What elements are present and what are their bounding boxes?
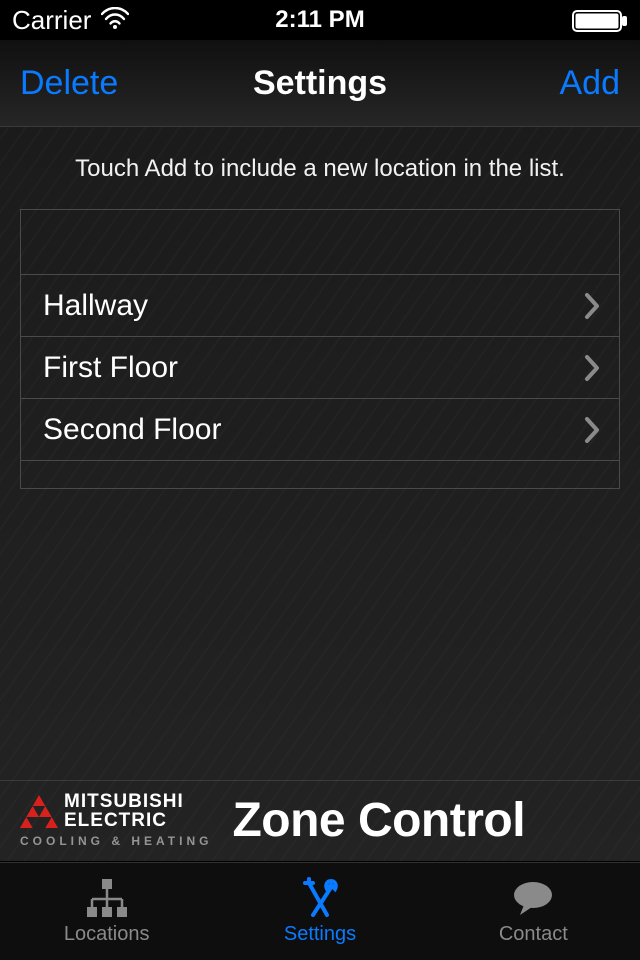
instruction-text: Touch Add to include a new location in t…	[0, 127, 640, 201]
carrier-label: Carrier	[12, 5, 91, 36]
delete-button[interactable]: Delete	[20, 64, 118, 103]
location-list: Hallway First Floor Second Floor	[20, 209, 620, 489]
list-row[interactable]: First Floor	[21, 336, 619, 398]
tab-settings[interactable]: Settings	[213, 863, 426, 960]
brand-logo: MITSUBISHI ELECTRIC COOLING & HEATING	[20, 793, 212, 847]
brand-row: MITSUBISHI ELECTRIC COOLING & HEATING Zo…	[0, 780, 640, 862]
nav-divider	[0, 126, 640, 127]
tab-locations[interactable]: Locations	[0, 863, 213, 960]
chevron-right-icon	[583, 416, 601, 444]
chat-icon	[510, 877, 556, 919]
tab-contact[interactable]: Contact	[427, 863, 640, 960]
chevron-right-icon	[583, 292, 601, 320]
location-label: Second Floor	[43, 413, 221, 447]
brand-word-2: ELECTRIC	[64, 812, 184, 830]
tab-bar: Locations Settings Contact	[0, 862, 640, 960]
mitsubishi-logo-icon	[20, 795, 58, 829]
page-title: Settings	[253, 64, 387, 103]
tools-icon	[297, 877, 343, 919]
list-row[interactable]: Hallway	[21, 274, 619, 336]
list-row-blank-bottom	[21, 460, 619, 488]
list-row[interactable]: Second Floor	[21, 398, 619, 460]
battery-icon	[572, 6, 628, 34]
location-label: First Floor	[43, 351, 178, 385]
add-button[interactable]: Add	[560, 64, 621, 103]
tab-label: Contact	[499, 923, 568, 946]
list-row-blank[interactable]	[21, 210, 619, 274]
clock-label: 2:11 PM	[275, 6, 364, 34]
content-area: Touch Add to include a new location in t…	[0, 127, 640, 489]
brand-subline: COOLING & HEATING	[20, 834, 212, 848]
tab-label: Settings	[284, 923, 356, 946]
status-bar: Carrier 2:11 PM	[0, 0, 640, 40]
brand-word-1: MITSUBISHI	[64, 793, 184, 811]
nav-bar: Delete Settings Add	[0, 40, 640, 126]
chevron-right-icon	[583, 354, 601, 382]
tab-label: Locations	[64, 923, 150, 946]
location-label: Hallway	[43, 289, 148, 323]
tree-icon	[84, 877, 130, 919]
app-name: Zone Control	[232, 793, 525, 848]
wifi-icon	[101, 5, 129, 36]
